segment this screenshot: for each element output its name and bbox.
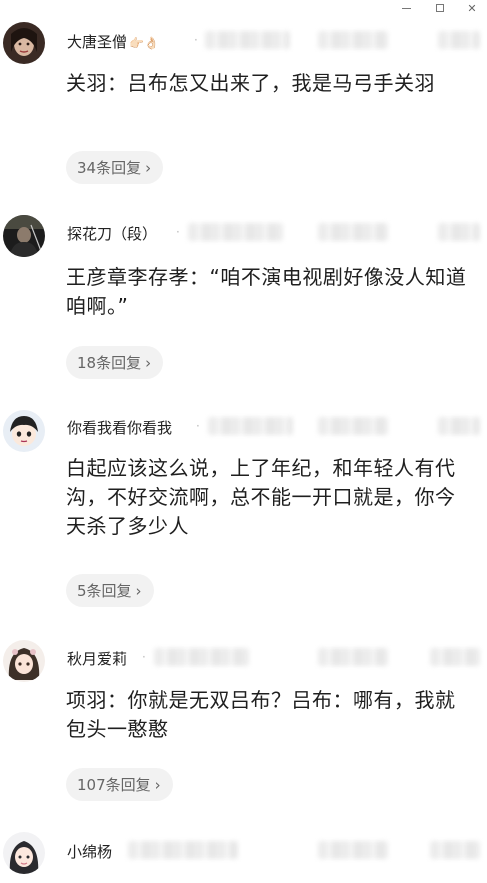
comment-item: 秋月爱莉 · 项羽：你就是无双吕布？吕布：哪有，我就包头一憨憨 107条回复 › — [0, 630, 487, 828]
username-text: 探花刀（段） — [67, 225, 158, 243]
blurred-meta — [438, 223, 480, 241]
avatar[interactable] — [3, 215, 45, 257]
username-text: 小绵杨 — [67, 843, 113, 861]
separator-dot: · — [176, 225, 180, 239]
blurred-meta — [318, 841, 388, 859]
blurred-meta — [188, 223, 283, 241]
reply-count-label: 107条回复 — [77, 776, 151, 794]
avatar-cartoon-boy-icon — [3, 410, 45, 452]
view-replies-button[interactable]: 18条回复 › — [66, 346, 164, 379]
view-replies-button[interactable]: 34条回复 › — [66, 151, 164, 184]
username-text: 你看我看你看我 — [67, 419, 173, 437]
blurred-meta — [318, 648, 388, 666]
reply-count-label: 18条回复 — [77, 354, 142, 372]
view-replies-button[interactable]: 107条回复 › — [66, 768, 173, 801]
reply-count-label: 5条回复 — [77, 582, 132, 600]
separator-dot: · — [196, 419, 200, 433]
username[interactable]: 探花刀（段） — [67, 223, 157, 244]
blurred-meta — [318, 31, 388, 49]
avatar[interactable] — [3, 640, 45, 682]
blurred-meta — [128, 841, 238, 859]
comment-text: 项羽：你就是无双吕布？吕布：哪有，我就包头一憨憨 — [66, 688, 456, 741]
separator-dot: · — [194, 33, 198, 47]
blurred-meta — [430, 841, 480, 859]
avatar[interactable] — [3, 410, 45, 452]
view-replies-button[interactable]: 5条回复 › — [66, 574, 154, 607]
blurred-meta — [438, 31, 480, 49]
reply-count-label: 34条回复 — [77, 159, 142, 177]
chevron-right-icon: › — [145, 353, 152, 372]
username[interactable]: 大唐圣僧 👉🏻👌🏻 — [67, 31, 159, 52]
avatar-dark-figure-icon — [3, 215, 45, 257]
comment-item: 探花刀（段） · 王彦章李存孝：“咱不演电视剧好像没人知道咱啊。” 18条回复 › — [0, 200, 487, 400]
username[interactable]: 小绵杨 — [67, 841, 112, 862]
avatar-anime-girl-icon — [3, 640, 45, 682]
username[interactable]: 你看我看你看我 — [67, 417, 172, 438]
comment-item: 你看我看你看我 · 白起应该这么说，上了年纪，和年轻人有代沟，不好交流啊，总不能… — [0, 400, 487, 630]
comment-text: 关羽：吕布怎又出来了，我是马弓手关羽 — [66, 71, 435, 95]
avatar[interactable] — [3, 832, 45, 874]
avatar[interactable] — [3, 22, 45, 64]
comment-item: 大唐圣僧 👉🏻👌🏻 · 关羽：吕布怎又出来了，我是马弓手关羽 34条回复 › — [0, 0, 487, 200]
blurred-meta — [318, 417, 388, 435]
comment-text: 王彦章李存孝：“咱不演电视剧好像没人知道咱啊。” — [66, 265, 467, 318]
comment-text: 白起应该这么说，上了年纪，和年轻人有代沟，不好交流啊，总不能一开口就是，你今天杀… — [66, 456, 456, 538]
username-text: 秋月爱莉 — [67, 650, 128, 668]
username-text: 大唐圣僧 — [67, 33, 128, 51]
blurred-meta — [430, 648, 480, 666]
blurred-meta — [208, 417, 293, 435]
blurred-meta — [318, 223, 388, 241]
username-emoji: 👉🏻👌🏻 — [129, 35, 159, 50]
avatar-anime-girl-2-icon — [3, 832, 45, 874]
blurred-meta — [154, 648, 249, 666]
chevron-right-icon: › — [135, 581, 142, 600]
blurred-meta — [438, 417, 480, 435]
chevron-right-icon: › — [145, 158, 152, 177]
separator-dot: · — [142, 650, 146, 664]
chevron-right-icon: › — [154, 775, 161, 794]
avatar-woman-dark-hair-icon — [3, 22, 45, 64]
comment-item: 小绵杨 — [0, 828, 487, 883]
blurred-meta — [205, 31, 290, 49]
username[interactable]: 秋月爱莉 — [67, 648, 127, 669]
